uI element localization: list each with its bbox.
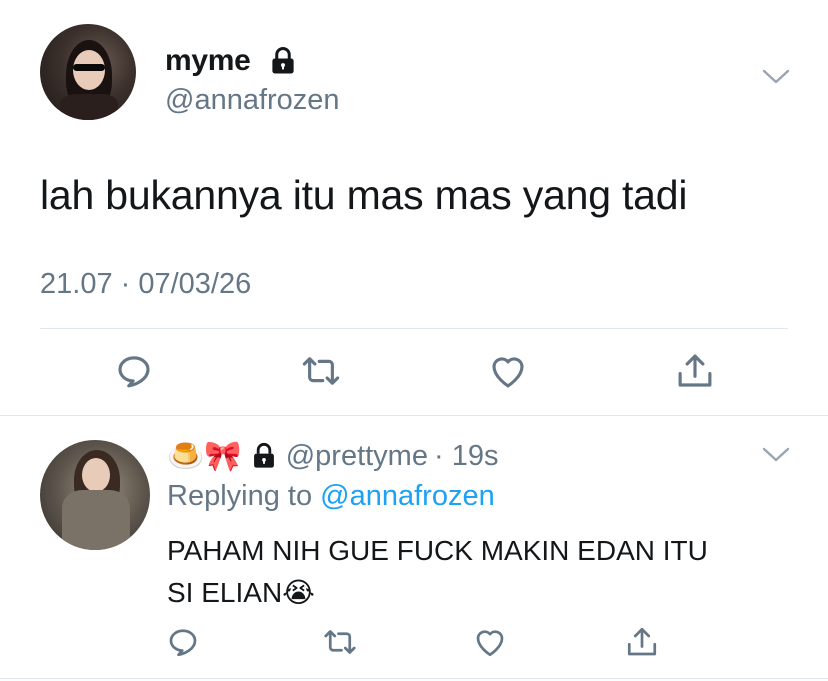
chevron-down-icon[interactable]: [760, 66, 792, 88]
replying-to-link[interactable]: @annafrozen: [320, 480, 495, 512]
divider: [0, 415, 828, 416]
reply-time[interactable]: · 19s: [434, 440, 498, 473]
avatar[interactable]: [40, 24, 136, 120]
like-icon[interactable]: [487, 350, 529, 392]
divider: [0, 678, 828, 679]
reply-name-emojis: 🍮🎀: [167, 438, 242, 474]
reply-text: PAHAM NIH GUE FUCK MAKIN EDAN ITU SI ELI…: [167, 530, 787, 614]
reply-header[interactable]: 🍮🎀 @prettyme · 19s: [167, 436, 498, 476]
reply-text-line-2: SI ELIAN😭: [167, 572, 787, 614]
chevron-down-icon[interactable]: [760, 444, 792, 466]
lock-icon: [250, 442, 278, 470]
lock-icon: [268, 46, 298, 76]
avatar[interactable]: [40, 440, 150, 550]
reply-text-line: PAHAM NIH GUE FUCK MAKIN EDAN ITU: [167, 535, 708, 566]
retweet-icon[interactable]: [300, 350, 342, 392]
reply-icon[interactable]: [165, 624, 201, 660]
tweet-text: lah bukannya itu mas mas yang tadi: [40, 172, 688, 218]
reply-text-content: SI ELIAN: [167, 577, 283, 608]
share-icon[interactable]: [674, 350, 716, 392]
like-icon[interactable]: [472, 624, 508, 660]
reply-handle[interactable]: @prettyme: [286, 440, 428, 473]
crying-emoji: 😭: [282, 576, 315, 609]
retweet-icon[interactable]: [322, 624, 358, 660]
reply-icon[interactable]: [113, 350, 155, 392]
divider: [40, 328, 788, 329]
tweet-timestamp[interactable]: 21.07 · 07/03/26: [40, 268, 251, 301]
display-name[interactable]: myme: [165, 44, 251, 78]
replying-to: Replying to @annafrozen: [167, 480, 495, 513]
share-icon[interactable]: [624, 624, 660, 660]
user-handle[interactable]: @annafrozen: [165, 84, 340, 117]
replying-prefix: Replying to: [167, 480, 313, 512]
